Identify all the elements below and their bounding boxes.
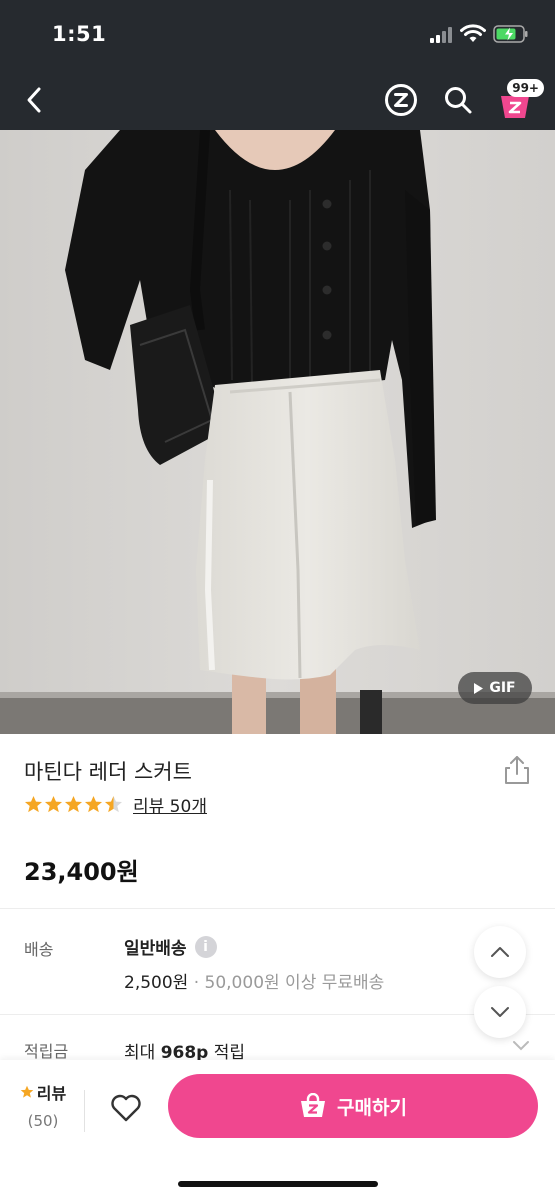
review-count-link[interactable]: 리뷰 50개 bbox=[133, 792, 207, 817]
heart-icon bbox=[111, 1094, 141, 1122]
cart-button[interactable]: 99+ bbox=[494, 76, 544, 122]
star-full-icon bbox=[84, 795, 103, 813]
like-button[interactable] bbox=[108, 1090, 144, 1126]
gif-label: GIF bbox=[489, 680, 516, 696]
star-full-icon bbox=[44, 795, 63, 813]
points-label: 적립금 bbox=[24, 1042, 69, 1061]
zigzag-home-button[interactable] bbox=[383, 82, 419, 118]
battery-icon bbox=[493, 25, 528, 43]
play-icon bbox=[474, 682, 484, 694]
chevron-left-icon bbox=[27, 87, 41, 113]
bottom-action-bar: 리뷰 (50) 구매하기 bbox=[0, 1060, 555, 1200]
star-icon bbox=[20, 1085, 34, 1098]
share-button[interactable] bbox=[502, 754, 532, 786]
shipping-label: 배송 bbox=[24, 940, 54, 959]
bottom-review-label-row: 리뷰 bbox=[12, 1080, 74, 1104]
shipping-fee-amount: 2,500원 bbox=[124, 973, 189, 993]
share-icon bbox=[505, 756, 529, 784]
star-full-icon bbox=[24, 795, 43, 813]
divider bbox=[84, 1090, 85, 1132]
shopping-bag-icon bbox=[301, 1093, 326, 1117]
search-button[interactable] bbox=[440, 82, 476, 118]
search-icon bbox=[445, 87, 472, 114]
shipping-fee: 2,500원 · 50,000원 이상 무료배송 bbox=[124, 968, 384, 993]
wifi-icon bbox=[460, 24, 486, 42]
buy-button[interactable]: 구매하기 bbox=[168, 1074, 538, 1138]
back-button[interactable] bbox=[14, 78, 54, 122]
free-shipping-condition: · 50,000원 이상 무료배송 bbox=[188, 973, 385, 993]
shipping-type-text: 일반배송 bbox=[124, 939, 187, 959]
scroll-down-button[interactable] bbox=[474, 986, 526, 1038]
buy-button-label: 구매하기 bbox=[337, 1096, 407, 1119]
star-half-icon bbox=[104, 795, 123, 813]
rating-stars bbox=[24, 795, 123, 814]
scroll-up-button[interactable] bbox=[474, 926, 526, 978]
product-title: 마틴다 레더 스커트 bbox=[24, 760, 192, 784]
shipping-type: 일반배송 i bbox=[124, 934, 217, 959]
product-image[interactable]: GIF bbox=[0, 130, 555, 734]
gif-badge[interactable]: GIF bbox=[458, 672, 532, 704]
status-time: 1:51 bbox=[52, 22, 107, 46]
divider bbox=[0, 908, 555, 909]
info-icon[interactable]: i bbox=[194, 935, 217, 958]
bottom-review-button[interactable]: 리뷰 (50) bbox=[12, 1080, 74, 1130]
divider bbox=[0, 1014, 555, 1015]
home-indicator bbox=[178, 1181, 378, 1187]
status-bar: 1:51 bbox=[0, 0, 555, 70]
rating-row: 리뷰 50개 bbox=[24, 792, 207, 817]
zigzag-logo-icon bbox=[385, 84, 417, 116]
cellular-signal-icon bbox=[430, 27, 452, 43]
star-full-icon bbox=[64, 795, 83, 813]
bottom-review-count: (50) bbox=[27, 1112, 59, 1130]
chevron-down-icon[interactable] bbox=[512, 1040, 530, 1052]
product-price: 23,400원 bbox=[24, 858, 139, 886]
product-photo bbox=[0, 130, 555, 734]
cart-count-badge: 99+ bbox=[507, 79, 544, 97]
chevron-down-icon bbox=[491, 1007, 509, 1017]
top-nav-bar: 99+ bbox=[0, 70, 555, 130]
chevron-up-icon bbox=[491, 947, 509, 957]
bottom-review-label: 리뷰 bbox=[36, 1084, 67, 1103]
